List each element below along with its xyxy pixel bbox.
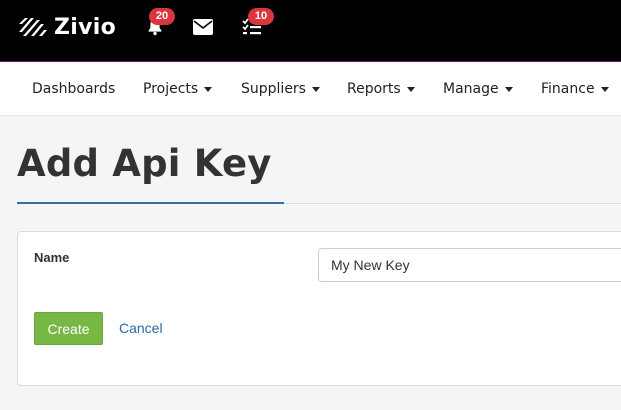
caret-down-icon (204, 86, 213, 92)
notifications-button[interactable]: 20 (142, 8, 175, 40)
nav-manage[interactable]: Manage (443, 63, 513, 116)
title-accent-underline (17, 202, 284, 204)
nav-finance[interactable]: Finance (541, 63, 609, 116)
nav-projects-label: Projects (143, 81, 199, 97)
nav-suppliers-label: Suppliers (241, 81, 306, 97)
tasks-button[interactable]: 10 (239, 8, 274, 40)
create-button[interactable]: Create (34, 312, 103, 345)
nav-dashboards[interactable]: Dashboards (32, 63, 115, 116)
nav-reports-label: Reports (347, 81, 401, 97)
tasks-count-badge: 10 (248, 8, 274, 25)
name-input[interactable] (318, 248, 621, 282)
nav-dashboards-label: Dashboards (32, 81, 116, 97)
messages-button[interactable] (190, 14, 216, 40)
caret-down-icon (504, 86, 513, 92)
main-nav: Dashboards Projects Suppliers Reports Ma… (0, 63, 621, 116)
nav-reports[interactable]: Reports (347, 63, 415, 116)
envelope-icon (193, 19, 213, 35)
brand-name: Zivio (54, 14, 116, 40)
zivio-logo-icon (19, 18, 47, 36)
brand-logo[interactable]: Zivio (17, 12, 116, 42)
top-bar: Zivio 20 10 (0, 0, 621, 62)
nav-manage-label: Manage (443, 81, 499, 97)
notifications-count-badge: 20 (149, 8, 175, 25)
caret-down-icon (600, 86, 609, 92)
nav-suppliers[interactable]: Suppliers (241, 63, 320, 116)
cancel-link[interactable]: Cancel (119, 320, 163, 336)
nav-projects[interactable]: Projects (143, 63, 213, 116)
name-field-label: Name (34, 250, 70, 265)
caret-down-icon (406, 86, 415, 92)
api-key-form-card: Name Create Cancel (17, 231, 621, 386)
nav-finance-label: Finance (541, 81, 595, 97)
page-title: Add Api Key (17, 142, 272, 185)
caret-down-icon (311, 86, 320, 92)
